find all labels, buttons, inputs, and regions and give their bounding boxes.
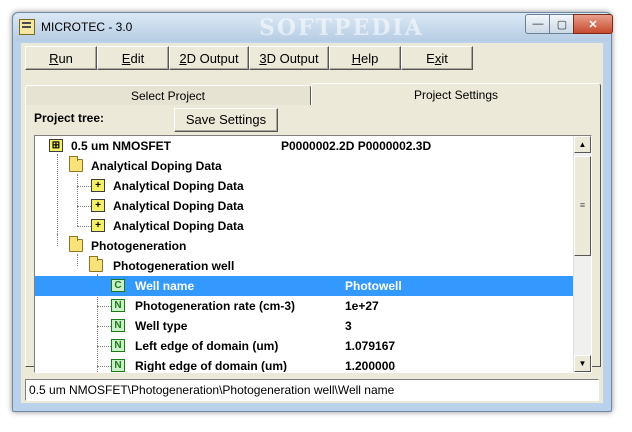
exit-button[interactable]: Exit bbox=[401, 46, 473, 70]
n-node-icon: N bbox=[111, 319, 125, 332]
open-folder-icon bbox=[89, 256, 103, 272]
tree-node-label: Analytical Doping Data bbox=[113, 219, 244, 233]
project-settings-panel: Project tree: Save Settings ⊞ 0.5 um NMO… bbox=[25, 105, 601, 373]
scroll-thumb[interactable]: ≡ bbox=[574, 156, 591, 256]
n-node-icon: N bbox=[111, 359, 125, 372]
tree-node-item[interactable]: N Well type 3 bbox=[35, 316, 581, 336]
status-path-bar: 0.5 um NMOSFET\Photogeneration\Photogene… bbox=[25, 379, 599, 401]
tree-node-item[interactable]: + Analytical Doping Data bbox=[35, 216, 581, 236]
tree-node-label: 0.5 um NMOSFET bbox=[71, 139, 172, 153]
app-icon bbox=[19, 19, 35, 35]
tree-node-label: Well name bbox=[135, 279, 195, 293]
tree-node-label: Well type bbox=[135, 319, 188, 333]
n-node-icon: N bbox=[111, 299, 125, 312]
tab-project-settings[interactable]: Project Settings bbox=[311, 83, 601, 105]
tree-node-label: Photogeneration bbox=[91, 239, 187, 253]
minimize-button[interactable]: — bbox=[525, 14, 551, 34]
tree-node-folder[interactable]: Photogeneration well bbox=[35, 256, 581, 276]
3d-output-button[interactable]: 3D Output bbox=[249, 46, 329, 70]
c-node-icon: C bbox=[111, 279, 125, 292]
watermark-logo: SOFTPEDIA bbox=[259, 15, 424, 41]
title-bar[interactable]: MICROTEC - 3.0 SOFTPEDIA — ▢ ✕ bbox=[13, 13, 613, 41]
tab-select-project[interactable]: Select Project bbox=[25, 85, 311, 105]
tree-node-value: 3 bbox=[345, 319, 352, 333]
tree-node-folder[interactable]: Analytical Doping Data bbox=[35, 156, 581, 176]
tree-node-item[interactable]: N Right edge of domain (um) 1.200000 bbox=[35, 356, 581, 373]
tree-node-label: Photogeneration rate (cm-3) bbox=[135, 299, 296, 313]
2d-output-button-label: 2D Output bbox=[179, 51, 239, 66]
tree-node-label: Right edge of domain (um) bbox=[135, 359, 287, 373]
tree-node-label: Analytical Doping Data bbox=[91, 159, 222, 173]
3d-output-button-label: 3D Output bbox=[259, 51, 319, 66]
tree-node-value: Photowell bbox=[345, 279, 402, 293]
maximize-button[interactable]: ▢ bbox=[549, 14, 575, 34]
edit-button[interactable]: Edit bbox=[97, 46, 169, 70]
tree-node-folder[interactable]: Photogeneration bbox=[35, 236, 581, 256]
tree-node-root[interactable]: ⊞ 0.5 um NMOSFET P0000002.2D P0000002.3D bbox=[35, 136, 581, 156]
tree-node-label: Left edge of domain (um) bbox=[135, 339, 279, 353]
tree-node-label: Photogeneration well bbox=[113, 259, 235, 273]
tree-node-selected[interactable]: C Well name Photowell bbox=[35, 276, 581, 296]
tree-node-value: 1e+27 bbox=[345, 299, 379, 313]
tree-node-item[interactable]: N Photogeneration rate (cm-3) 1e+27 bbox=[35, 296, 581, 316]
project-tree[interactable]: ⊞ 0.5 um NMOSFET P0000002.2D P0000002.3D… bbox=[34, 135, 592, 373]
2d-output-button[interactable]: 2D Output bbox=[169, 46, 249, 70]
plus-node-icon: + bbox=[91, 199, 105, 212]
tree-node-value: 1.200000 bbox=[345, 359, 396, 373]
tree-node-item[interactable]: N Left edge of domain (um) 1.079167 bbox=[35, 336, 581, 356]
tree-node-value: P0000002.2D P0000002.3D bbox=[281, 139, 432, 153]
project-root-icon: ⊞ bbox=[49, 139, 63, 152]
run-button-label: Run bbox=[49, 51, 73, 66]
n-node-icon: N bbox=[111, 339, 125, 352]
open-folder-icon bbox=[69, 236, 83, 252]
vertical-scrollbar[interactable]: ▲ ≡ ▼ bbox=[573, 136, 591, 372]
plus-node-icon: + bbox=[91, 179, 105, 192]
project-tree-label: Project tree: bbox=[34, 111, 105, 125]
help-button[interactable]: Help bbox=[329, 46, 401, 70]
edit-button-label: Edit bbox=[121, 51, 145, 66]
tree-node-label: Analytical Doping Data bbox=[113, 179, 244, 193]
window-title: MICROTEC - 3.0 bbox=[41, 20, 133, 34]
close-button[interactable]: ✕ bbox=[573, 14, 613, 34]
open-folder-icon bbox=[69, 156, 83, 172]
save-settings-button[interactable]: Save Settings bbox=[174, 108, 278, 132]
tree-node-item[interactable]: + Analytical Doping Data bbox=[35, 176, 581, 196]
help-button-label: Help bbox=[351, 51, 379, 66]
tree-node-label: Analytical Doping Data bbox=[113, 199, 244, 213]
plus-node-icon: + bbox=[91, 219, 105, 232]
run-button[interactable]: Run bbox=[25, 46, 97, 70]
toolbar: Run Edit 2D Output 3D Output Help Exit bbox=[21, 43, 603, 73]
tab-strip: Select Project Project Settings bbox=[21, 83, 603, 105]
app-window: MICROTEC - 3.0 SOFTPEDIA — ▢ ✕ Run Edit … bbox=[12, 12, 613, 412]
scroll-down-icon[interactable]: ▼ bbox=[574, 355, 591, 372]
tree-node-item[interactable]: + Analytical Doping Data bbox=[35, 196, 581, 216]
exit-button-label: Exit bbox=[426, 51, 448, 66]
scroll-up-icon[interactable]: ▲ bbox=[574, 136, 591, 153]
tree-node-value: 1.079167 bbox=[345, 339, 396, 353]
client-area: Run Edit 2D Output 3D Output Help Exit S… bbox=[21, 43, 603, 403]
